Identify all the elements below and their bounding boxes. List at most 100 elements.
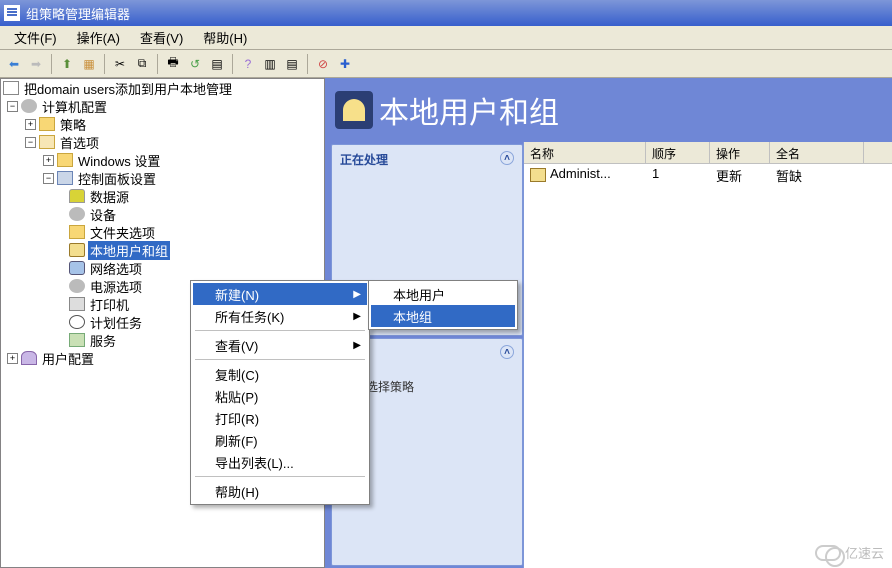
menu-all-tasks[interactable]: 所有任务(K)▶ bbox=[193, 305, 367, 327]
cut-icon[interactable]: ✂ bbox=[110, 54, 130, 74]
submenu-local-user[interactable]: 本地用户 bbox=[371, 283, 515, 305]
properties-icon[interactable]: ▥ bbox=[260, 54, 280, 74]
menu-print[interactable]: 打印(R) bbox=[193, 407, 367, 429]
menu-export-list[interactable]: 导出列表(L)... bbox=[193, 451, 367, 473]
computer-icon bbox=[21, 99, 37, 113]
undo-icon[interactable]: ↺ bbox=[185, 54, 205, 74]
printer-icon bbox=[69, 297, 85, 311]
row-operation: 更新 bbox=[710, 166, 770, 185]
users-icon bbox=[69, 243, 85, 257]
list-view[interactable]: 名称 顺序 操作 全名 Administ... 1 更新 暂缺 bbox=[523, 142, 892, 568]
tree-local-users[interactable]: 本地用户和组 bbox=[88, 241, 170, 260]
device-icon bbox=[69, 207, 85, 221]
col-fullname[interactable]: 全名 bbox=[770, 142, 864, 163]
content-header: 本地用户和组 bbox=[325, 78, 892, 142]
submenu-arrow-icon: ▶ bbox=[353, 340, 361, 351]
menu-new[interactable]: 新建(N)▶ bbox=[193, 283, 367, 305]
watermark-icon bbox=[815, 545, 841, 561]
menu-view[interactable]: 查看(V)▶ bbox=[193, 334, 367, 356]
folder-icon bbox=[69, 225, 85, 239]
menu-file[interactable]: 文件(F) bbox=[4, 26, 67, 49]
row-name: Administ... bbox=[550, 166, 611, 181]
list-item[interactable]: Administ... 1 更新 暂缺 bbox=[524, 164, 892, 187]
gear-icon bbox=[69, 333, 85, 347]
control-panel-icon bbox=[57, 171, 73, 185]
tree-device[interactable]: 设备 bbox=[88, 205, 118, 224]
chevron-up-icon[interactable]: ˄ bbox=[500, 345, 514, 359]
help-icon[interactable]: ? bbox=[238, 54, 258, 74]
list-icon[interactable]: ▤ bbox=[282, 54, 302, 74]
add-icon[interactable]: ✚ bbox=[335, 54, 355, 74]
forward-button[interactable]: ➡ bbox=[26, 54, 46, 74]
submenu-arrow-icon: ▶ bbox=[353, 311, 361, 322]
app-icon bbox=[4, 5, 20, 21]
submenu-arrow-icon: ▶ bbox=[353, 289, 361, 300]
copy-icon[interactable]: ⧉ bbox=[132, 54, 152, 74]
folder-open-icon bbox=[39, 135, 55, 149]
collapse-icon[interactable]: − bbox=[7, 101, 18, 112]
menu-action[interactable]: 操作(A) bbox=[67, 26, 130, 49]
expand-icon[interactable]: + bbox=[7, 353, 18, 364]
context-menu[interactable]: 新建(N)▶ 所有任务(K)▶ 查看(V)▶ 复制(C) 粘贴(P) 打印(R)… bbox=[190, 280, 370, 505]
options-button[interactable]: ▦ bbox=[79, 54, 99, 74]
tree-sched-tasks[interactable]: 计划任务 bbox=[88, 313, 144, 332]
up-button[interactable]: ⬆ bbox=[57, 54, 77, 74]
menu-divider bbox=[195, 330, 365, 331]
tree-printers[interactable]: 打印机 bbox=[88, 295, 131, 314]
col-operation[interactable]: 操作 bbox=[710, 142, 770, 163]
folder-icon bbox=[57, 153, 73, 167]
expand-icon[interactable]: + bbox=[43, 155, 54, 166]
menu-divider bbox=[195, 359, 365, 360]
power-icon bbox=[69, 279, 85, 293]
menu-refresh[interactable]: 刷新(F) bbox=[193, 429, 367, 451]
title-bar: 组策略管理编辑器 bbox=[0, 0, 892, 26]
menu-paste[interactable]: 粘贴(P) bbox=[193, 385, 367, 407]
list-header: 名称 顺序 操作 全名 bbox=[524, 142, 892, 164]
menu-copy[interactable]: 复制(C) bbox=[193, 363, 367, 385]
row-order: 1 bbox=[646, 166, 710, 185]
tree-services[interactable]: 服务 bbox=[88, 331, 118, 350]
submenu-local-group[interactable]: 本地组 bbox=[371, 305, 515, 327]
expand-icon[interactable]: + bbox=[25, 119, 36, 130]
collapse-icon[interactable]: − bbox=[43, 173, 54, 184]
chevron-up-icon[interactable]: ˄ bbox=[500, 151, 514, 165]
policy-icon bbox=[3, 81, 19, 95]
user-icon bbox=[21, 351, 37, 365]
col-name[interactable]: 名称 bbox=[524, 142, 646, 163]
context-submenu[interactable]: 本地用户 本地组 bbox=[368, 280, 518, 330]
users-icon bbox=[530, 168, 546, 182]
menu-divider bbox=[195, 476, 365, 477]
watermark-text: 亿速云 bbox=[845, 543, 884, 562]
collapse-icon[interactable]: − bbox=[25, 137, 36, 148]
header-users-icon bbox=[335, 91, 373, 129]
toolbar: ⬅ ➡ ⬆ ▦ ✂ ⧉ 🖶 ↺ ▤ ? ▥ ▤ ⊘ ✚ bbox=[0, 50, 892, 78]
tree-datasource[interactable]: 数据源 bbox=[88, 187, 131, 206]
tree-network-opts[interactable]: 网络选项 bbox=[88, 259, 144, 278]
content-title: 本地用户和组 bbox=[379, 88, 559, 132]
tree-policies[interactable]: 策略 bbox=[58, 115, 88, 134]
tree-cp-settings[interactable]: 控制面板设置 bbox=[76, 169, 158, 188]
network-icon bbox=[69, 261, 85, 275]
doc-icon[interactable]: ▤ bbox=[207, 54, 227, 74]
menu-bar: 文件(F) 操作(A) 查看(V) 帮助(H) bbox=[0, 26, 892, 50]
tree-preferences[interactable]: 首选项 bbox=[58, 133, 101, 152]
row-fullname: 暂缺 bbox=[770, 166, 864, 185]
tree-win-settings[interactable]: Windows 设置 bbox=[76, 151, 162, 170]
col-order[interactable]: 顺序 bbox=[646, 142, 710, 163]
folder-icon bbox=[39, 117, 55, 131]
menu-help[interactable]: 帮助(H) bbox=[193, 480, 367, 502]
stop-icon[interactable]: ⊘ bbox=[313, 54, 333, 74]
window-title: 组策略管理编辑器 bbox=[26, 4, 130, 23]
menu-view[interactable]: 查看(V) bbox=[130, 26, 193, 49]
tree-computer-cfg[interactable]: 计算机配置 bbox=[40, 97, 109, 116]
menu-help[interactable]: 帮助(H) bbox=[193, 26, 257, 49]
tree-folder-opts[interactable]: 文件夹选项 bbox=[88, 223, 157, 242]
back-button[interactable]: ⬅ bbox=[4, 54, 24, 74]
print-icon[interactable]: 🖶 bbox=[163, 54, 183, 74]
processing-title: 正在处理 bbox=[340, 151, 388, 168]
tree-root[interactable]: 把domain users添加到用户本地管理 bbox=[22, 79, 234, 98]
tree-user-cfg[interactable]: 用户配置 bbox=[40, 349, 96, 368]
datasource-icon bbox=[69, 189, 85, 203]
tree-power-opts[interactable]: 电源选项 bbox=[88, 277, 144, 296]
clock-icon bbox=[69, 315, 85, 329]
